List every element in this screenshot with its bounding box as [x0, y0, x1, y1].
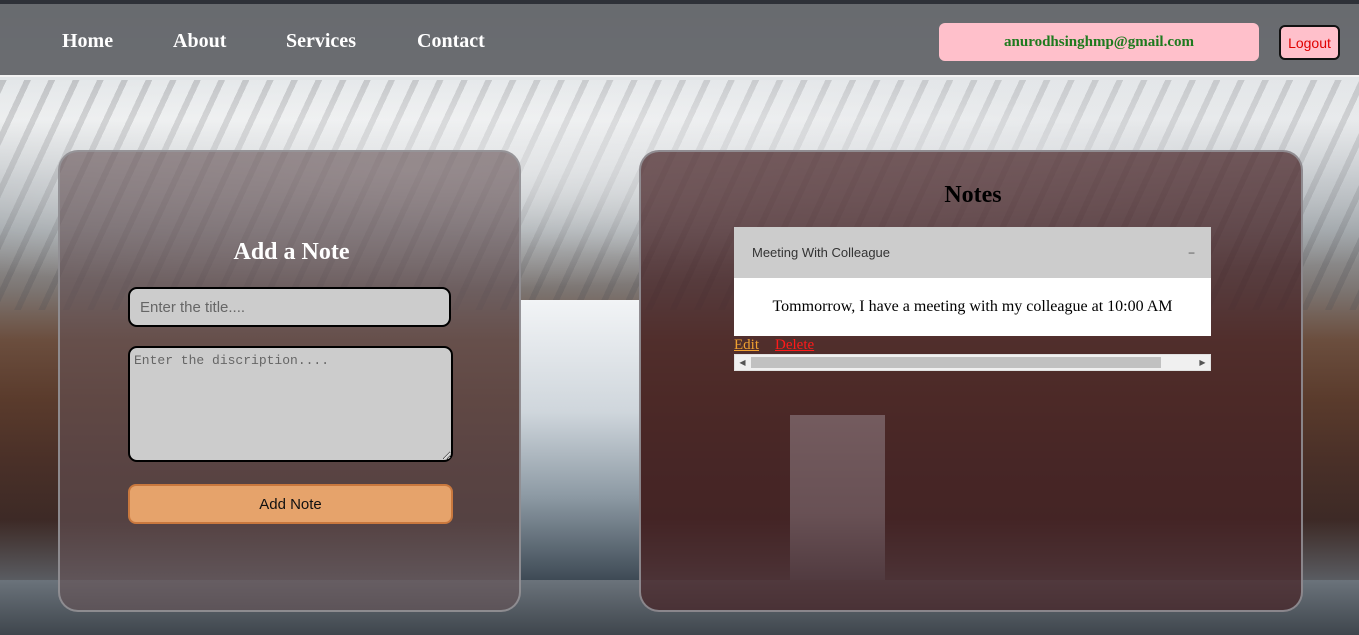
navbar: Home About Services Contact anurodhsingh…: [0, 4, 1359, 77]
scroll-thumb[interactable]: [751, 357, 1161, 368]
note-card: Meeting With Colleague − Tommorrow, I ha…: [734, 227, 1211, 371]
note-description-input[interactable]: [128, 346, 453, 462]
nav-link-home[interactable]: Home: [62, 30, 113, 53]
waterfall-left: [520, 300, 640, 580]
delete-note-link[interactable]: Delete: [775, 337, 814, 354]
horizontal-scrollbar[interactable]: ◀ ▶: [734, 354, 1211, 371]
scroll-right-arrow-icon[interactable]: ▶: [1195, 355, 1210, 370]
notes-heading: Notes: [944, 182, 1002, 208]
note-title: Meeting With Colleague: [752, 245, 891, 260]
note-accordion-header[interactable]: Meeting With Colleague −: [734, 227, 1211, 278]
note-title-input[interactable]: [128, 287, 451, 327]
scroll-left-arrow-icon[interactable]: ◀: [735, 355, 750, 370]
add-note-button[interactable]: Add Note: [128, 484, 453, 524]
scroll-track[interactable]: [750, 357, 1195, 368]
collapse-icon[interactable]: −: [1188, 246, 1195, 260]
nav-link-services[interactable]: Services: [286, 30, 356, 53]
user-email-badge: anurodhsinghmp@gmail.com: [939, 23, 1259, 61]
add-note-heading: Add a Note: [233, 239, 350, 265]
add-note-panel: Add a Note Add Note: [58, 150, 521, 612]
edit-note-link[interactable]: Edit: [734, 337, 759, 354]
logout-button[interactable]: Logout: [1279, 25, 1340, 60]
note-description: Tommorrow, I have a meeting with my coll…: [734, 278, 1211, 336]
note-actions: Edit Delete: [734, 336, 1211, 354]
nav-link-contact[interactable]: Contact: [417, 30, 485, 53]
notes-panel: Notes Meeting With Colleague − Tommorrow…: [639, 150, 1303, 612]
nav-link-about[interactable]: About: [173, 30, 226, 53]
